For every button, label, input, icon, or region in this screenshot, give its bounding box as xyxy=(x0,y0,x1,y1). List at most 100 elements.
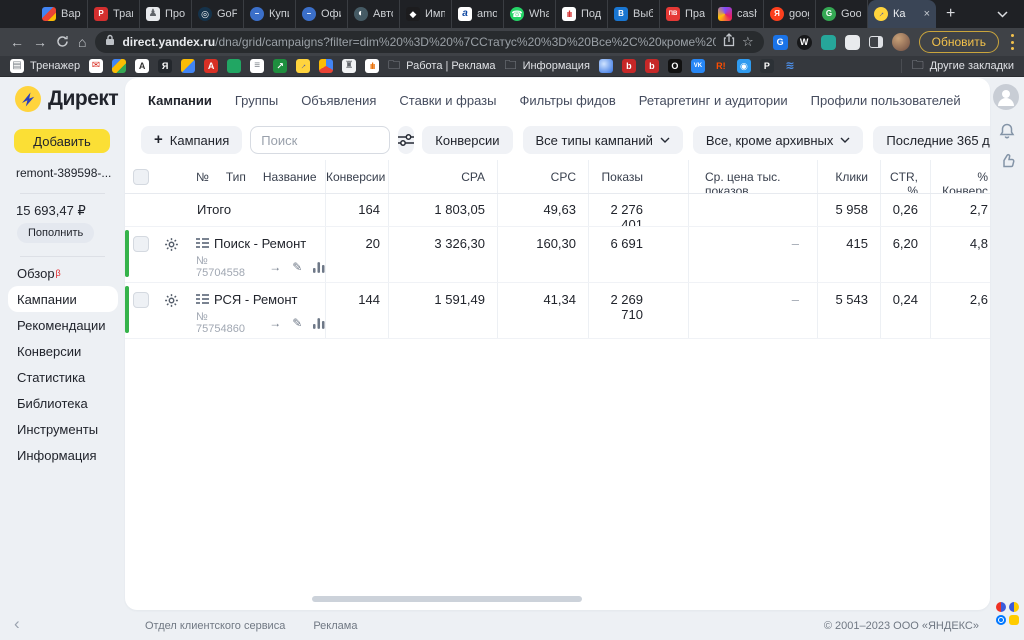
home-icon[interactable]: ⌂ xyxy=(78,35,86,49)
browser-tab[interactable]: Яgoogle xyxy=(764,0,816,28)
profile-avatar[interactable] xyxy=(892,33,910,51)
new-tab-button[interactable]: + xyxy=(946,5,955,23)
horizontal-scrollbar[interactable] xyxy=(312,596,582,602)
col-conversions[interactable]: Конверсии xyxy=(325,160,388,193)
goto-arrow-icon[interactable]: → xyxy=(269,260,281,274)
sidebar-item-library[interactable]: Библиотека xyxy=(0,390,118,416)
close-tab-icon[interactable]: × xyxy=(924,8,930,20)
translate-extension-icon[interactable]: G xyxy=(773,35,788,50)
share-icon[interactable] xyxy=(723,33,735,52)
col-name[interactable]: Название xyxy=(263,170,317,193)
promo-icons[interactable] xyxy=(996,602,1019,625)
bookmark-site[interactable]: O xyxy=(668,59,682,73)
sidebar-item-tools[interactable]: Инструменты xyxy=(0,416,118,442)
status-dropdown[interactable]: Все, кроме архивных xyxy=(693,126,864,154)
bookmark-site[interactable]: ≡ xyxy=(250,59,264,73)
stats-chart-icon[interactable] xyxy=(313,318,325,329)
col-ctr[interactable]: CTR, % xyxy=(880,160,930,193)
tab-groups[interactable]: Группы xyxy=(235,93,278,108)
browser-tab[interactable]: GGoogle xyxy=(816,0,868,28)
feedback-thumb-icon[interactable] xyxy=(999,152,1017,175)
notifications-bell-icon[interactable] xyxy=(998,122,1016,145)
conversions-button[interactable]: Конверсии xyxy=(422,126,512,154)
bookmark-site[interactable]: ılı xyxy=(365,59,379,73)
add-button[interactable]: Добавить xyxy=(14,129,110,153)
browser-menu-icon[interactable] xyxy=(1010,34,1014,50)
browser-tab[interactable]: ◎GoFar xyxy=(192,0,244,28)
extension-icon[interactable]: W xyxy=(797,35,812,50)
address-bar[interactable]: direct.yandex.ru/dna/grid/campaigns?filt… xyxy=(95,31,763,53)
browser-tab-active[interactable]: →Ка× xyxy=(868,0,936,28)
edit-pencil-icon[interactable]: ✎ xyxy=(292,260,302,274)
bookmark-trainer[interactable]: ▤Тренажер xyxy=(10,59,80,73)
bookmark-folder-work[interactable]: 🗀Работа | Реклама xyxy=(388,56,495,77)
bookmark-site[interactable]: А xyxy=(135,59,149,73)
extensions-puzzle-icon[interactable] xyxy=(845,35,860,50)
bookmark-site[interactable] xyxy=(599,59,613,73)
period-dropdown[interactable]: Последние 365 дней xyxy=(873,126,990,154)
other-bookmarks[interactable]: 🗀Другие закладки xyxy=(901,59,1014,73)
sidebar-item-recommendations[interactable]: Рекомендации xyxy=(0,312,118,338)
browser-tab[interactable]: Вариа xyxy=(36,0,88,28)
bookmark-drive[interactable] xyxy=(112,59,126,73)
select-all-checkbox[interactable] xyxy=(133,169,149,185)
update-browser-button[interactable]: Обновить xyxy=(919,31,999,53)
browser-tab[interactable]: ВВыбер xyxy=(608,0,660,28)
bookmark-vk[interactable]: VK xyxy=(691,59,705,73)
browser-tab[interactable]: ◐Автор xyxy=(348,0,400,28)
tab-bids-phrases[interactable]: Ставки и фразы xyxy=(399,93,496,108)
direct-logo[interactable]: Директ xyxy=(15,86,118,112)
bookmark-site[interactable]: A xyxy=(204,59,218,73)
user-avatar[interactable] xyxy=(993,84,1019,115)
browser-tab[interactable]: РТранс xyxy=(88,0,140,28)
sidebar-item-conversions[interactable]: Конверсии xyxy=(0,338,118,364)
browser-tab[interactable]: –Купит xyxy=(244,0,296,28)
browser-tab[interactable]: –Офис xyxy=(296,0,348,28)
sidebar-item-overview[interactable]: Обзорβ xyxy=(0,260,118,286)
campaign-name-link[interactable]: РСЯ - Ремонт xyxy=(214,292,297,307)
filter-settings-button[interactable] xyxy=(398,126,414,154)
sidebar-item-campaigns[interactable]: Кампании xyxy=(8,286,118,312)
tab-retargeting[interactable]: Ретаргетинг и аудитории xyxy=(639,93,788,108)
goto-arrow-icon[interactable]: → xyxy=(269,316,281,330)
browser-tab[interactable]: ♟Проф xyxy=(140,0,192,28)
bookmark-gmail[interactable]: ✉ xyxy=(89,59,103,73)
topup-button[interactable]: Пополнить xyxy=(17,223,94,243)
bookmark-yandex[interactable]: Я xyxy=(158,59,172,73)
col-cpc[interactable]: CPC xyxy=(497,160,588,193)
tab-campaigns[interactable]: Кампании xyxy=(148,93,212,108)
browser-tab[interactable]: ılıПодбо xyxy=(556,0,608,28)
puzzle-extension-icon[interactable] xyxy=(821,35,836,50)
browser-tab[interactable]: aamoC xyxy=(452,0,504,28)
col-number[interactable]: № xyxy=(196,170,209,193)
col-impressions[interactable]: Показы xyxy=(588,160,688,193)
edit-pencil-icon[interactable]: ✎ xyxy=(292,316,302,330)
add-campaign-button[interactable]: +Кампания xyxy=(141,126,242,154)
bookmark-site[interactable]: ♜ xyxy=(342,59,356,73)
bookmark-site[interactable]: R! xyxy=(714,59,728,73)
row-checkbox[interactable] xyxy=(133,292,149,308)
browser-tab[interactable]: cashb xyxy=(712,0,764,28)
sidebar-item-information[interactable]: Информация xyxy=(0,442,118,468)
bookmark-site[interactable] xyxy=(227,59,241,73)
search-input[interactable] xyxy=(250,126,390,154)
bookmark-site[interactable]: b xyxy=(645,59,659,73)
campaign-name-link[interactable]: Поиск - Ремонт xyxy=(214,236,306,251)
reload-icon[interactable] xyxy=(56,35,69,50)
support-link[interactable]: Отдел клиентского сервиса xyxy=(145,620,285,632)
col-avg-cpm[interactable]: Ср. цена тыс. показов, xyxy=(688,160,817,193)
side-panel-icon[interactable] xyxy=(869,36,883,48)
stats-chart-icon[interactable] xyxy=(313,262,325,273)
tab-feed-filters[interactable]: Фильтры фидов xyxy=(519,93,615,108)
account-login[interactable]: remont-389598-... xyxy=(16,166,111,180)
bookmark-site[interactable]: ≋ xyxy=(783,59,797,73)
bookmark-google-ads[interactable] xyxy=(181,59,195,73)
campaign-settings-gear-icon[interactable] xyxy=(164,293,179,308)
ads-link[interactable]: Реклама xyxy=(313,620,357,632)
browser-tab[interactable]: ☎Whats xyxy=(504,0,556,28)
bookmark-star-icon[interactable]: ☆ xyxy=(742,34,754,50)
tab-user-profiles[interactable]: Профили пользователей xyxy=(811,93,961,108)
browser-tab[interactable]: ◆Импор xyxy=(400,0,452,28)
sidebar-collapse-chevron[interactable]: ‹ xyxy=(14,614,20,634)
bookmark-site[interactable] xyxy=(319,59,333,73)
